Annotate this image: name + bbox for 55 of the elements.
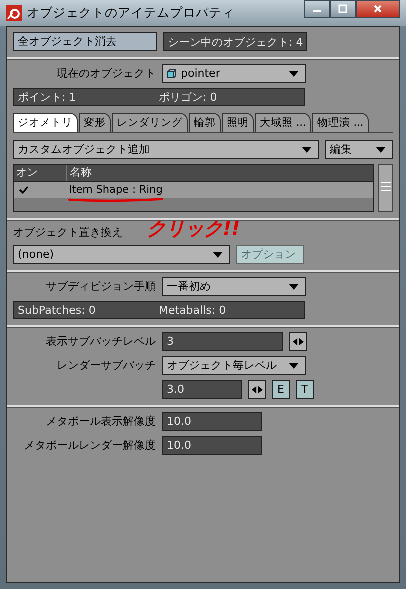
tab[interactable]: 大域照 ... [255,113,312,132]
tab[interactable]: 輪郭 [189,113,221,132]
tab[interactable]: 照明 [222,113,254,132]
minimize-button[interactable] [304,0,330,18]
caret-icon [376,146,386,152]
info-text: ポリゴン: 0 [159,90,218,104]
object-dropdown[interactable]: pointer [162,64,306,83]
maximize-button[interactable] [330,0,356,18]
caret-icon [289,70,299,76]
window-title: オブジェクトのアイテムプロパティ [27,4,236,22]
render-subpatch-dropdown[interactable]: オブジェクト毎レベル [162,356,306,375]
left-right-arrows-icon [252,386,262,394]
replace-label: オブジェクト置き換え [13,225,123,240]
close-button[interactable] [356,0,400,18]
subdivision-dropdown[interactable]: 一番初め [162,277,306,296]
caret-icon [213,252,223,258]
input-field[interactable]: 10.0 [162,436,262,455]
info-text: ポイント: 1 [18,90,78,104]
slider-button[interactable] [289,332,307,351]
scrollbar[interactable] [378,164,393,212]
envelope-button[interactable]: T [296,380,314,399]
caret-icon [289,284,299,290]
field-label: 表示サブパッチレベル [45,334,156,349]
tab[interactable]: 変形 [79,113,111,132]
replace-object-dropdown[interactable]: (none) [13,245,230,264]
list-cell: Item Shape : Ring [66,184,373,196]
cube-icon [167,68,177,78]
left-right-arrows-icon [292,338,304,346]
maximize-icon [338,4,348,14]
caret-icon [289,362,299,368]
field-label: メタボールレンダー解像度 [23,438,156,453]
field-label: 現在のオブジェクト [56,66,156,81]
add-custom-object-dropdown[interactable]: カスタムオブジェクト追加 [13,140,319,159]
envelope-button[interactable]: E [272,380,290,399]
input-field[interactable]: 3.0 [162,380,242,399]
column-header: 名称 [69,165,93,181]
column-header: オン [14,165,67,181]
info-text: Metaballs: 0 [159,304,228,316]
tab[interactable]: ジオメトリ [13,113,78,132]
scene-object-count: シーン中のオブジェクト: 4 [163,32,307,51]
tab[interactable]: レンダリング [112,113,188,132]
field-label: サブディビジョン手順 [45,279,156,294]
field-label: レンダーサブパッチ [56,358,156,373]
info-text: SubPatches: 0 [18,304,97,316]
field-label: メタボール表示解像度 [45,414,156,429]
input-field[interactable]: 10.0 [162,412,262,431]
tab[interactable]: 物理演 ... [312,113,369,132]
edit-dropdown[interactable]: 編集 [325,140,393,159]
close-icon [373,4,383,14]
clear-objects-button[interactable]: 全オブジェクト消去 [13,32,157,51]
annotation-text: クリック!! [147,217,240,242]
app-icon [6,5,22,21]
input-field[interactable]: 3 [162,332,283,351]
slider-button[interactable] [248,380,266,399]
caret-icon [302,146,312,152]
